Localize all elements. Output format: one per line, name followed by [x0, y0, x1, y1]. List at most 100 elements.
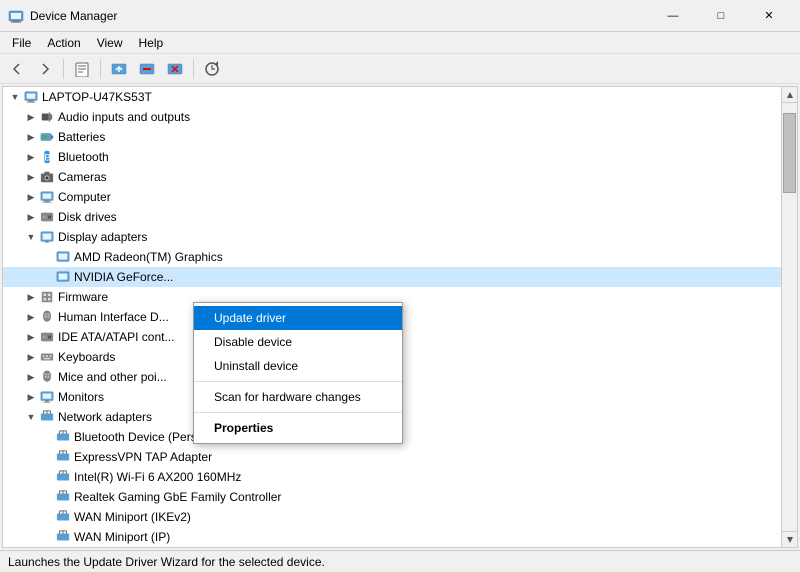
tree-item-displayadapters[interactable]: ▼ Display adapters: [3, 227, 797, 247]
audio-label: Audio inputs and outputs: [58, 110, 190, 124]
menu-file[interactable]: File: [4, 34, 39, 52]
toolbar-separator-1: [63, 59, 64, 79]
bluetooth-label: Bluetooth: [58, 150, 109, 164]
ide-expand[interactable]: ▶: [23, 329, 39, 345]
title-bar-left: Device Manager: [8, 8, 117, 24]
bluetooth-expand[interactable]: ▶: [23, 149, 39, 165]
tree-item-audio[interactable]: ▶ Audio inputs and outputs: [3, 107, 797, 127]
audio-icon: [39, 109, 55, 125]
tree-item-realtek[interactable]: ▶ Realtek Gaming GbE Family Controller: [3, 487, 797, 507]
displayadapters-label: Display adapters: [58, 230, 147, 244]
networkadapters-label: Network adapters: [58, 410, 152, 424]
firmware-expand[interactable]: ▶: [23, 289, 39, 305]
tree-item-computer[interactable]: ▶ Computer: [3, 187, 797, 207]
audio-expand[interactable]: ▶: [23, 109, 39, 125]
tree-item-cameras[interactable]: ▶ Cameras: [3, 167, 797, 187]
context-menu-update-driver[interactable]: Update driver: [194, 306, 402, 330]
diskdrives-expand[interactable]: ▶: [23, 209, 39, 225]
scan-button[interactable]: [199, 57, 225, 81]
title-bar: Device Manager — □ ✕: [0, 0, 800, 32]
batteries-expand[interactable]: ▶: [23, 129, 39, 145]
scrollbar-track[interactable]: [782, 103, 797, 531]
menu-view[interactable]: View: [89, 34, 131, 52]
networkadapters-icon: [39, 409, 55, 425]
expressvpn-icon: [55, 449, 71, 465]
tree-item-bluetooth[interactable]: ▶ B Bluetooth: [3, 147, 797, 167]
tree-item-nvidia[interactable]: ▶ NVIDIA GeForce...: [3, 267, 797, 287]
wan-ikev2-icon: [55, 509, 71, 525]
context-menu-separator-2: [194, 412, 402, 413]
menu-action[interactable]: Action: [39, 34, 88, 52]
wan-ikev2-label: WAN Miniport (IKEv2): [74, 510, 191, 524]
window-title: Device Manager: [30, 9, 117, 23]
tree-item-diskdrives[interactable]: ▶ Disk drives: [3, 207, 797, 227]
computer-icon: [23, 89, 39, 105]
properties-button[interactable]: [69, 57, 95, 81]
toolbar-separator-3: [193, 59, 194, 79]
update-driver-icon: [111, 61, 127, 77]
device-tree[interactable]: ▼ LAPTOP-U47KS53T ▶ Audio inputs and: [2, 86, 798, 548]
keyboards-expand[interactable]: ▶: [23, 349, 39, 365]
computer-expand[interactable]: ▶: [23, 189, 39, 205]
bt-dev-icon: [55, 429, 71, 445]
disable-icon: [139, 61, 155, 77]
context-menu-disable-device[interactable]: Disable device: [194, 330, 402, 354]
forward-button[interactable]: [32, 57, 58, 81]
main-content: ▼ LAPTOP-U47KS53T ▶ Audio inputs and: [0, 84, 800, 550]
bluetooth-icon: B: [39, 149, 55, 165]
diskdrives-label: Disk drives: [58, 210, 117, 224]
context-menu-properties[interactable]: Properties: [194, 416, 402, 440]
context-menu-separator-1: [194, 381, 402, 382]
menu-help[interactable]: Help: [131, 34, 172, 52]
tree-item-wan-ikev2[interactable]: ▶ WAN Miniport (IKEv2): [3, 507, 797, 527]
nvidia-icon: [55, 269, 71, 285]
displayadapters-icon: [39, 229, 55, 245]
root-expand[interactable]: ▼: [7, 89, 23, 105]
properties-icon: [74, 61, 90, 77]
tree-root[interactable]: ▼ LAPTOP-U47KS53T: [3, 87, 797, 107]
tree-item-batteries[interactable]: ▶ Batteries: [3, 127, 797, 147]
tree-item-wan-ipv6[interactable]: ▶ WAN Miniport (IPv6): [3, 547, 797, 548]
tree-item-intel-wifi[interactable]: ▶ Intel(R) Wi-Fi 6 AX200 160MHz: [3, 467, 797, 487]
context-menu-uninstall-device[interactable]: Uninstall device: [194, 354, 402, 378]
close-button[interactable]: ✕: [746, 2, 792, 30]
cameras-label: Cameras: [58, 170, 107, 184]
uninstall-button[interactable]: [162, 57, 188, 81]
menu-bar: File Action View Help: [0, 32, 800, 54]
tree-item-expressvpn[interactable]: ▶ ExpressVPN TAP Adapter: [3, 447, 797, 467]
status-bar: Launches the Update Driver Wizard for th…: [0, 550, 800, 572]
window-controls: — □ ✕: [650, 2, 792, 30]
hid-expand[interactable]: ▶: [23, 309, 39, 325]
ide-icon: [39, 329, 55, 345]
minimize-button[interactable]: —: [650, 2, 696, 30]
tree-item-amd[interactable]: ▶ AMD Radeon(TM) Graphics: [3, 247, 797, 267]
toolbar-separator-2: [100, 59, 101, 79]
intel-wifi-icon: [55, 469, 71, 485]
realtek-icon: [55, 489, 71, 505]
realtek-label: Realtek Gaming GbE Family Controller: [74, 490, 281, 504]
scroll-up-icon: [786, 91, 794, 99]
root-label: LAPTOP-U47KS53T: [42, 90, 152, 104]
back-button[interactable]: [4, 57, 30, 81]
networkadapters-expand[interactable]: ▼: [23, 409, 39, 425]
hid-label: Human Interface D...: [58, 310, 169, 324]
firmware-label: Firmware: [58, 290, 108, 304]
disable-button[interactable]: [134, 57, 160, 81]
monitors-expand[interactable]: ▶: [23, 389, 39, 405]
forward-icon: [37, 61, 53, 77]
svg-text:B: B: [44, 153, 50, 164]
vertical-scrollbar[interactable]: [781, 87, 797, 547]
update-driver-button[interactable]: [106, 57, 132, 81]
scrollbar-down-btn[interactable]: [782, 531, 798, 547]
cameras-expand[interactable]: ▶: [23, 169, 39, 185]
context-menu-scan-hardware[interactable]: Scan for hardware changes: [194, 385, 402, 409]
amd-icon: [55, 249, 71, 265]
mice-expand[interactable]: ▶: [23, 369, 39, 385]
scrollbar-thumb[interactable]: [783, 113, 796, 193]
displayadapters-expand[interactable]: ▼: [23, 229, 39, 245]
tree-item-wan-ip[interactable]: ▶ WAN Miniport (IP): [3, 527, 797, 547]
scrollbar-up-btn[interactable]: [782, 87, 797, 103]
ide-label: IDE ATA/ATAPI cont...: [58, 330, 174, 344]
computer-item-icon: [39, 189, 55, 205]
maximize-button[interactable]: □: [698, 2, 744, 30]
